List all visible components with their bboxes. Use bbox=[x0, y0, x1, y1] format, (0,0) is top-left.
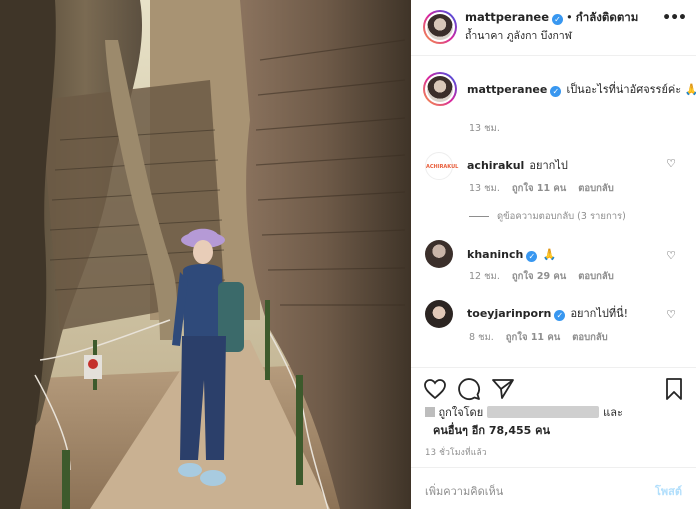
verified-badge-icon: ✓ bbox=[550, 86, 562, 97]
comment-text: 🙏 bbox=[542, 248, 557, 261]
caption-text: เป็นอะไรที่น่าอัศจรรย์ค่ะ 🙏 bbox=[566, 83, 696, 96]
view-replies-button[interactable]: ดูข้อความตอบกลับ (3 รายการ) bbox=[469, 209, 626, 224]
comments-list[interactable]: mattperanee ✓ เป็นอะไรที่น่าอัศจรรย์ค่ะ 🙏… bbox=[411, 57, 696, 367]
add-comment-bar: เพิ่มความคิดเห็น โพสต์ bbox=[411, 467, 696, 509]
separator-dot: • bbox=[566, 10, 573, 24]
comment-avatar[interactable] bbox=[425, 300, 453, 328]
following-button[interactable]: กำลังติดตาม bbox=[576, 10, 639, 24]
comment-meta: 12 ชม. ถูกใจ 29 คน ตอบกลับ bbox=[469, 269, 626, 284]
caption-avatar[interactable] bbox=[423, 72, 457, 106]
comment-input[interactable]: เพิ่มความคิดเห็น bbox=[425, 482, 503, 500]
post-timestamp[interactable]: 13 ชั่วโมงที่แล้ว bbox=[425, 445, 487, 459]
verified-badge-icon: ✓ bbox=[552, 14, 563, 25]
caption: mattperanee ✓ เป็นอะไรที่น่าอัศจรรย์ค่ะ 🙏 bbox=[467, 78, 696, 98]
comment-likes[interactable]: ถูกใจ 11 คน bbox=[506, 332, 560, 343]
reply-button[interactable]: ตอบกลับ bbox=[578, 271, 614, 282]
comment-likes[interactable]: ถูกใจ 29 คน bbox=[512, 271, 566, 282]
comment-like-heart-icon[interactable]: ♡ bbox=[666, 308, 676, 321]
liked-by-label: ถูกใจโดย bbox=[438, 406, 484, 419]
more-options-icon[interactable]: ••• bbox=[662, 10, 687, 26]
heart-icon[interactable] bbox=[423, 377, 447, 401]
post-button[interactable]: โพสต์ bbox=[655, 482, 682, 500]
comment-meta: 13 ชม. ถูกใจ 11 คน ตอบกลับ bbox=[469, 181, 626, 196]
comment-time: 8 ชม. bbox=[469, 332, 494, 343]
reply-button[interactable]: ตอบกลับ bbox=[578, 183, 614, 194]
share-icon[interactable] bbox=[491, 377, 515, 401]
author-username[interactable]: mattperanee bbox=[465, 10, 549, 24]
comment-icon[interactable] bbox=[457, 377, 481, 401]
comment-likes[interactable]: ถูกใจ 11 คน bbox=[512, 183, 566, 194]
comment-avatar[interactable]: ACHIRAKUL bbox=[425, 152, 458, 180]
comment-item: toeyjarinporn ✓ อยากไปที่นี่! bbox=[467, 302, 628, 322]
replies-divider bbox=[469, 216, 489, 217]
bookmark-icon[interactable] bbox=[662, 377, 686, 401]
comment-item: achirakul อยากไป bbox=[467, 154, 568, 174]
location-link[interactable]: ถ้ำนาคา ภูลังกา บึงกาฬ bbox=[465, 27, 572, 44]
comment-meta: 8 ชม. ถูกใจ 11 คน ตอบกลับ bbox=[469, 330, 620, 345]
other-likes-count[interactable]: คนอื่นๆ อีก 78,455 คน bbox=[433, 421, 550, 439]
comment-item: khaninch ✓ 🙏 bbox=[467, 243, 556, 262]
liker-username-blurred[interactable] bbox=[487, 406, 600, 418]
verified-badge-icon: ✓ bbox=[554, 310, 566, 321]
comment-avatar[interactable] bbox=[425, 240, 453, 268]
comment-username[interactable]: khaninch bbox=[467, 248, 523, 261]
comment-username[interactable]: achirakul bbox=[467, 159, 524, 172]
caption-username[interactable]: mattperanee bbox=[467, 83, 547, 96]
canyon-photo-illustration bbox=[0, 0, 411, 509]
post-detail-panel: mattperanee ✓ • กำลังติดตาม ถ้ำนาคา ภูลังกา… bbox=[411, 0, 696, 509]
comment-text: อยากไปที่นี่! bbox=[570, 307, 629, 320]
comment-username[interactable]: toeyjarinporn bbox=[467, 307, 551, 320]
liker-avatar[interactable] bbox=[425, 407, 435, 417]
verified-badge-icon: ✓ bbox=[526, 251, 538, 262]
liked-by-line: ถูกใจโดย และ bbox=[425, 403, 623, 421]
post-photo[interactable] bbox=[0, 0, 411, 509]
author-avatar[interactable] bbox=[423, 10, 457, 44]
liked-by-and: และ bbox=[603, 406, 623, 419]
comment-like-heart-icon[interactable]: ♡ bbox=[666, 249, 676, 262]
reply-button[interactable]: ตอบกลับ bbox=[572, 332, 608, 343]
comment-like-heart-icon[interactable]: ♡ bbox=[666, 157, 676, 170]
post-header: mattperanee ✓ • กำลังติดตาม ถ้ำนาคา ภูลังกา… bbox=[411, 0, 696, 56]
comment-text: อยากไป bbox=[529, 159, 568, 172]
caption-time: 13 ชม. bbox=[469, 123, 500, 134]
comment-time: 13 ชม. bbox=[469, 183, 500, 194]
author-line: mattperanee ✓ • กำลังติดตาม bbox=[465, 9, 638, 27]
comment-time: 12 ชม. bbox=[469, 271, 500, 282]
